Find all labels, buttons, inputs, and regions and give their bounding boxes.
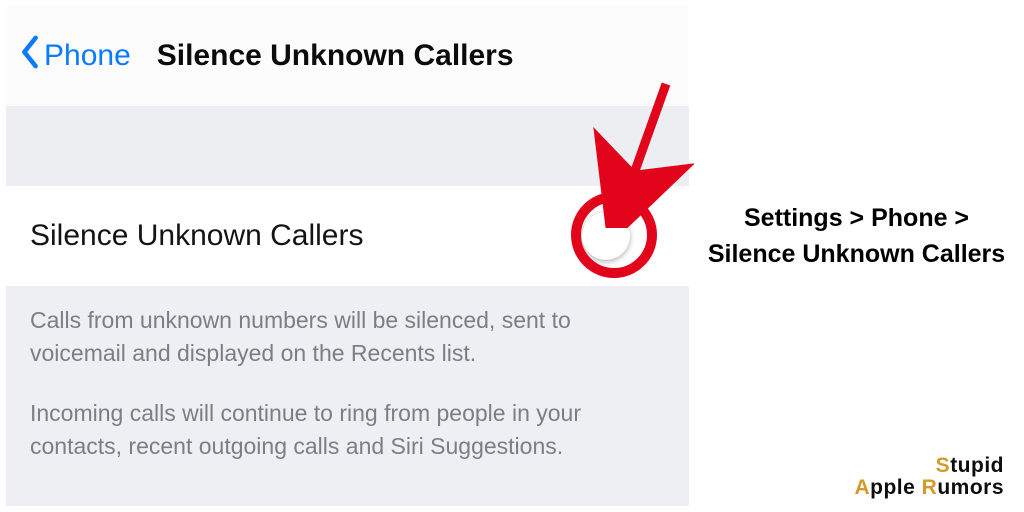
annotation-arrow-icon — [584, 78, 694, 228]
back-label: Phone — [44, 39, 131, 73]
watermark-line-2: Apple Rumors — [854, 477, 1004, 498]
setting-footer-text: Calls from unknown numbers will be silen… — [6, 286, 689, 463]
page-title: Silence Unknown Callers — [157, 39, 514, 73]
setting-label: Silence Unknown Callers — [30, 219, 364, 253]
footer-paragraph-2: Incoming calls will continue to ring fro… — [30, 397, 665, 464]
breadcrumb-caption: Settings > Phone > Silence Unknown Calle… — [707, 200, 1006, 273]
caption-column: Settings > Phone > Silence Unknown Calle… — [689, 0, 1024, 512]
ios-settings-panel: Phone Silence Unknown Callers Silence Un… — [6, 6, 689, 506]
chevron-left-icon — [20, 35, 40, 77]
watermark-line-1: Stupid — [854, 455, 1004, 476]
watermark-logo: Stupid Apple Rumors — [854, 455, 1004, 498]
back-button[interactable]: Phone — [20, 35, 131, 77]
footer-paragraph-1: Calls from unknown numbers will be silen… — [30, 304, 665, 371]
